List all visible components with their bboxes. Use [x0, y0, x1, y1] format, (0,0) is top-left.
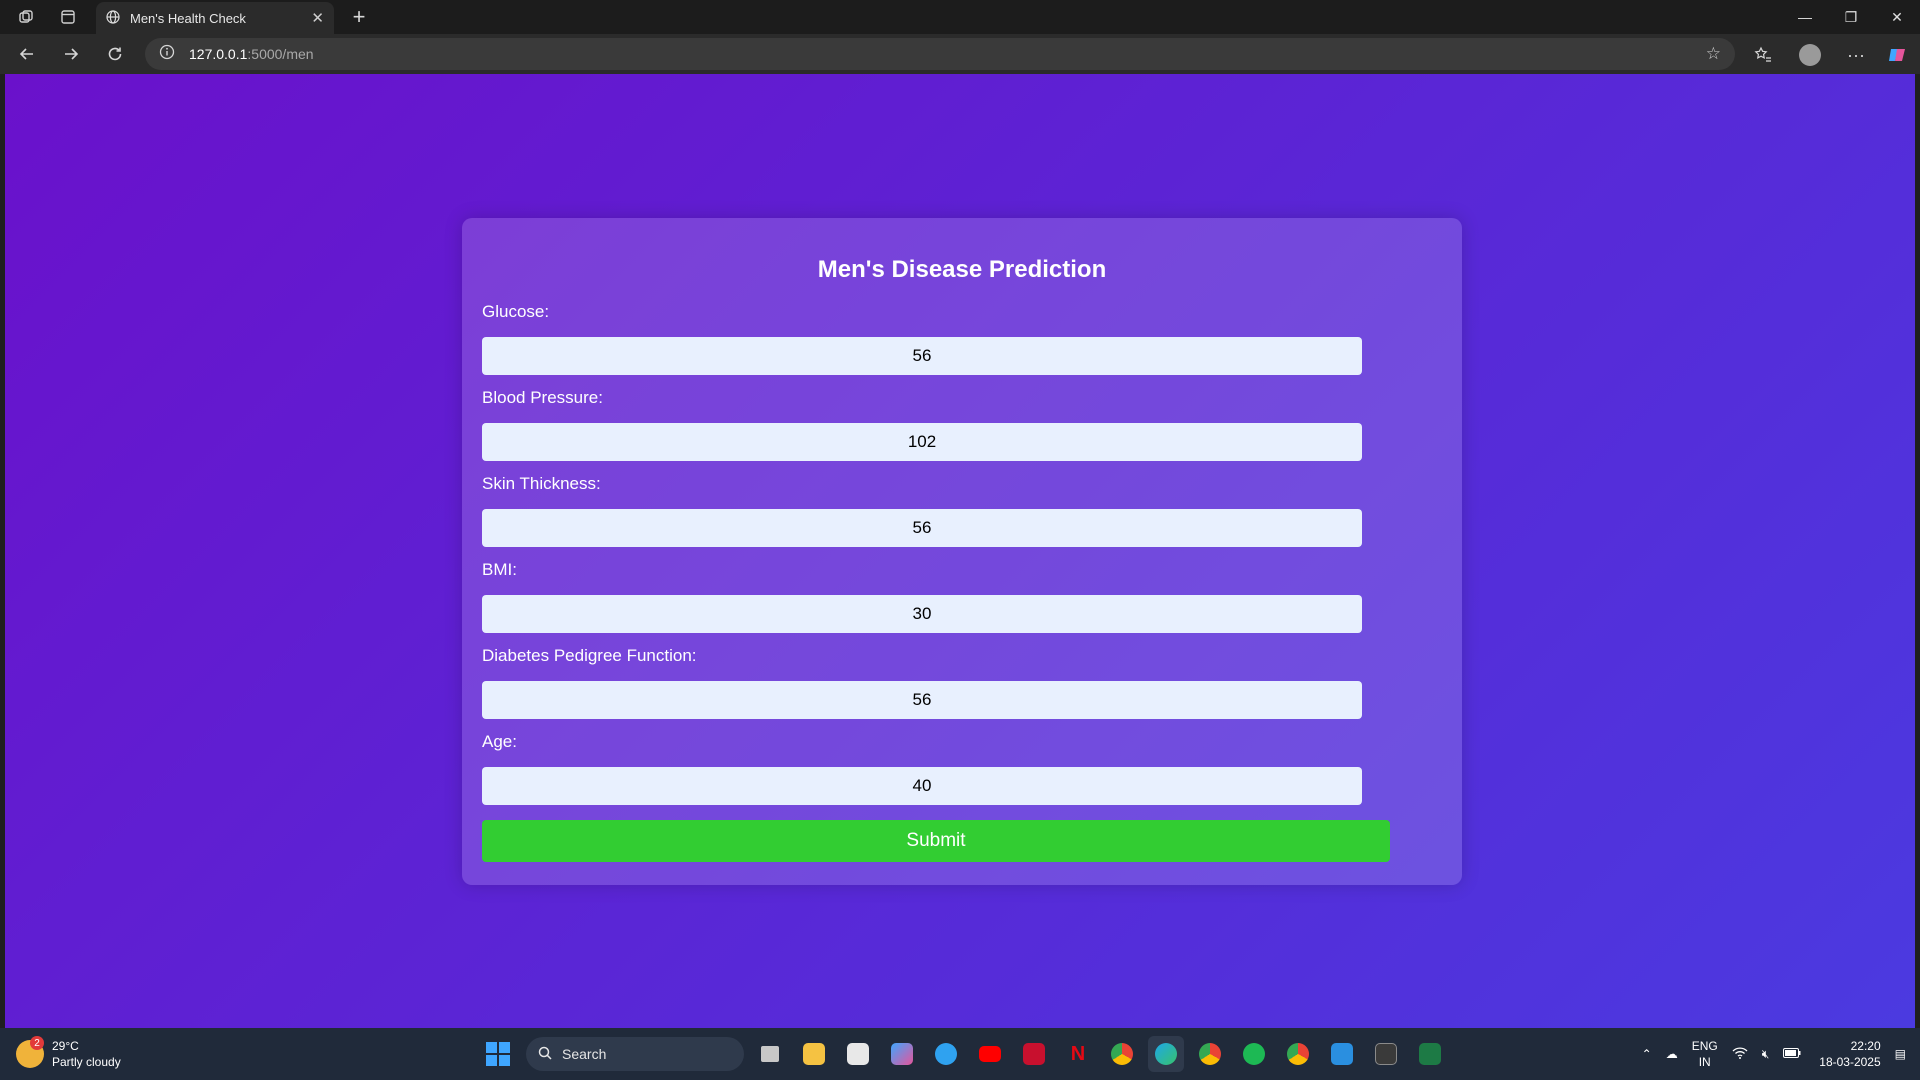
url-text: 127.0.0.1:5000/men — [189, 46, 314, 62]
prediction-form-card: Men's Disease Prediction Glucose: 56 Blo… — [462, 218, 1462, 885]
glucose-input[interactable]: 56 — [482, 337, 1362, 375]
submit-button[interactable]: Submit — [482, 820, 1390, 862]
browser-tab-bar: Men's Health Check ✕ + — ❐ ✕ — [0, 0, 1920, 34]
browser-tab[interactable]: Men's Health Check ✕ — [96, 2, 334, 34]
age-label: Age: — [482, 732, 517, 751]
bmi-label: BMI: — [482, 560, 517, 579]
excel-icon[interactable] — [1412, 1036, 1448, 1072]
netflix-icon[interactable]: N — [1060, 1036, 1096, 1072]
refresh-icon[interactable] — [103, 42, 127, 66]
tab-actions-icon[interactable] — [56, 5, 80, 29]
lang-bottom: IN — [1698, 1055, 1711, 1069]
chevron-up-icon[interactable]: ⌃ — [1642, 1047, 1652, 1061]
windows-start-icon[interactable] — [480, 1036, 516, 1072]
globe-icon — [106, 9, 120, 27]
search-label: Search — [562, 1046, 607, 1062]
favorites-icon[interactable] — [1750, 42, 1776, 68]
terminal-icon[interactable] — [1368, 1036, 1404, 1072]
battery-icon[interactable] — [1783, 1047, 1801, 1061]
task-view-icon[interactable] — [752, 1036, 788, 1072]
blood-pressure-input[interactable]: 102 — [482, 423, 1362, 461]
more-options-icon[interactable]: ··· — [1843, 42, 1869, 68]
clock[interactable]: 22:20 18-03-2025 — [1819, 1038, 1880, 1070]
weather-badge: 2 — [30, 1036, 44, 1050]
spotify-icon[interactable] — [1236, 1036, 1272, 1072]
profile-avatar[interactable] — [1797, 42, 1823, 68]
restore-icon[interactable]: ❐ — [1828, 0, 1874, 34]
skin-thickness-label: Skin Thickness: — [482, 474, 601, 493]
edge-icon[interactable] — [1148, 1036, 1184, 1072]
browser-toolbar: 127.0.0.1:5000/men ☆ ··· — [0, 34, 1920, 74]
weather-desc: Partly cloudy — [52, 1055, 121, 1069]
search-icon — [538, 1046, 552, 1063]
favorite-star-icon[interactable]: ☆ — [1706, 44, 1721, 64]
store-icon[interactable] — [840, 1036, 876, 1072]
copilot-icon[interactable] — [1884, 42, 1910, 68]
notifications-icon[interactable]: ▤ — [1895, 1047, 1906, 1061]
minimize-icon[interactable]: — — [1782, 0, 1828, 34]
window-controls: — ❐ ✕ — [1782, 0, 1920, 34]
file-explorer-icon[interactable] — [796, 1036, 832, 1072]
weather-text: 29°C Partly cloudy — [52, 1038, 121, 1070]
taskbar-search[interactable]: Search — [526, 1037, 744, 1071]
youtube-icon[interactable] — [972, 1036, 1008, 1072]
new-tab-button[interactable]: + — [346, 4, 372, 30]
url-host: 127.0.0.1 — [189, 46, 248, 62]
back-arrow-icon[interactable] — [15, 42, 39, 66]
vscode-icon[interactable] — [1324, 1036, 1360, 1072]
chrome-icon[interactable] — [1104, 1036, 1140, 1072]
workspaces-icon[interactable] — [14, 5, 38, 29]
chrome-alt-icon[interactable] — [1280, 1036, 1316, 1072]
weather-widget[interactable]: 2 29°C Partly cloudy — [16, 1036, 121, 1070]
clock-date: 18-03-2025 — [1819, 1055, 1881, 1069]
volume-muted-icon[interactable]: 🔇︎ — [1762, 1047, 1770, 1062]
mcafee-icon[interactable] — [1016, 1036, 1052, 1072]
site-info-icon[interactable] — [159, 44, 175, 65]
taskbar-apps: Search N — [480, 1036, 1448, 1072]
taskbar: 2 29°C Partly cloudy Search N ⌃ ☁ ENG IN… — [0, 1028, 1920, 1080]
wifi-icon[interactable] — [1732, 1046, 1748, 1063]
glucose-label: Glucose: — [482, 302, 550, 321]
bmi-input[interactable]: 30 — [482, 595, 1362, 633]
close-window-icon[interactable]: ✕ — [1874, 0, 1920, 34]
address-bar[interactable]: 127.0.0.1:5000/men ☆ — [145, 38, 1735, 70]
weather-temp: 29°C — [52, 1039, 79, 1053]
language-indicator[interactable]: ENG IN — [1692, 1038, 1718, 1070]
page-title: Men's Disease Prediction — [817, 256, 1107, 283]
forward-arrow-icon[interactable] — [59, 42, 83, 66]
tab-title: Men's Health Check — [130, 10, 246, 26]
url-path: :5000/men — [247, 46, 314, 62]
chrome-profile-icon[interactable] — [1192, 1036, 1228, 1072]
pedigree-label: Diabetes Pedigree Function: — [482, 646, 697, 665]
skin-thickness-input[interactable]: 56 — [482, 509, 1362, 547]
age-input[interactable]: 40 — [482, 767, 1362, 805]
weather-sun-icon: 2 — [16, 1036, 44, 1068]
close-tab-icon[interactable]: ✕ — [311, 9, 324, 27]
help-icon[interactable] — [928, 1036, 964, 1072]
lang-top: ENG — [1691, 1039, 1718, 1053]
pedigree-input[interactable]: 56 — [482, 681, 1362, 719]
onedrive-cloud-icon[interactable]: ☁ — [1666, 1047, 1678, 1061]
system-tray: ⌃ ☁ ENG IN 🔇︎ 22:20 18-03-2025 ▤ — [1628, 1036, 1906, 1072]
page-viewport: Men's Disease Prediction Glucose: 56 Blo… — [5, 74, 1915, 1028]
blood-pressure-label: Blood Pressure: — [482, 388, 603, 407]
clock-time: 22:20 — [1850, 1039, 1881, 1053]
copilot-app-icon[interactable] — [884, 1036, 920, 1072]
